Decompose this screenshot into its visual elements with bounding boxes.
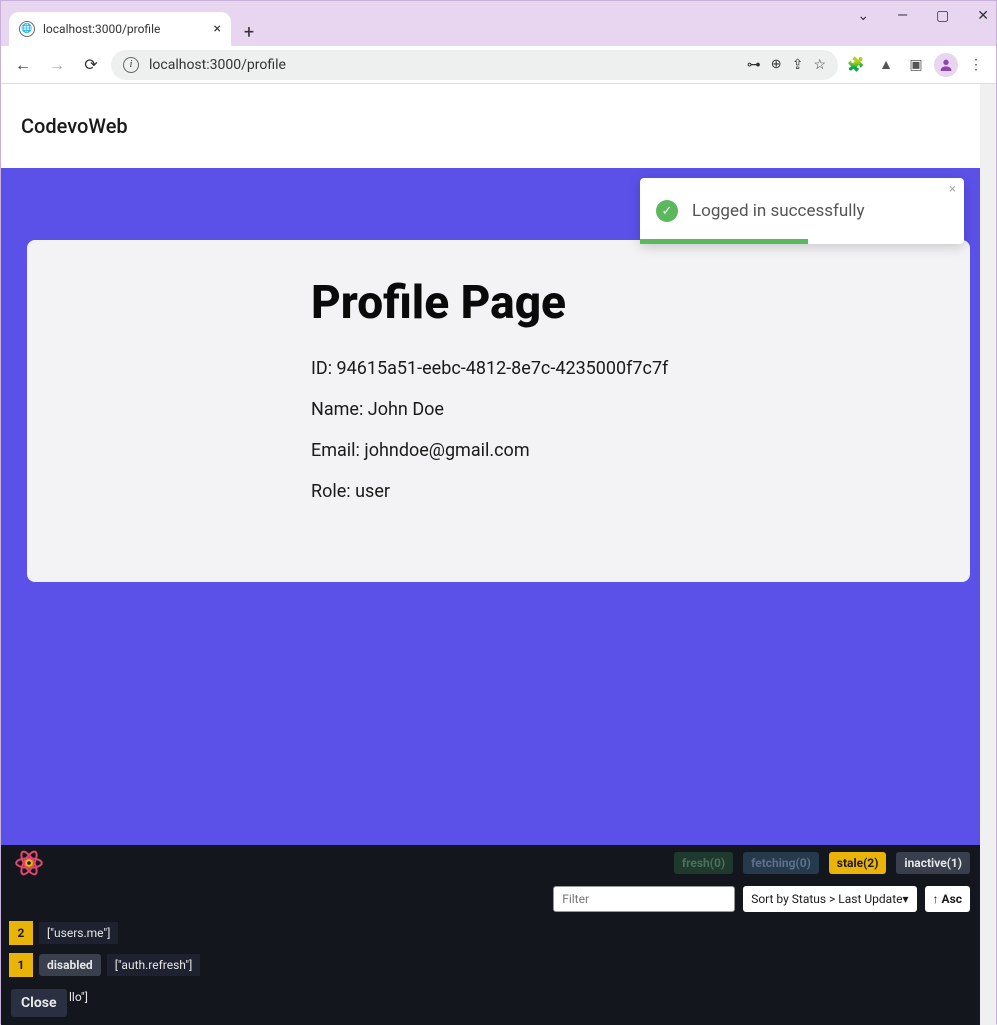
- query-observer-count: 1: [9, 953, 33, 977]
- main-content: Profile Page ID: 94615a51-eebc-4812-8e7c…: [1, 168, 996, 845]
- site-header: CodevoWeb: [1, 84, 996, 168]
- window-close-icon[interactable]: ✕: [977, 8, 989, 24]
- new-tab-button[interactable]: +: [235, 18, 263, 46]
- react-query-devtools: fresh(0) fetching(0) stale(2) inactive(1…: [1, 845, 980, 1025]
- window-dropdown-icon[interactable]: ⌄: [857, 8, 869, 24]
- profile-avatar[interactable]: [934, 53, 958, 77]
- flask-icon[interactable]: ▲: [874, 53, 898, 77]
- disabled-pill: disabled: [39, 954, 101, 976]
- page-title: Profile Page: [311, 276, 686, 330]
- toast-close-icon[interactable]: ×: [949, 182, 956, 197]
- url-text: localhost:3000/profile: [149, 57, 286, 73]
- tab-close-icon[interactable]: ×: [214, 21, 221, 37]
- profile-id: ID: 94615a51-eebc-4812-8e7c-4235000f7c7f: [311, 358, 686, 379]
- zoom-icon[interactable]: ⊕: [771, 57, 782, 72]
- asc-button[interactable]: ↑ Asc: [925, 886, 970, 912]
- viewport: CodevoWeb ✓ Logged in successfully × Pro…: [1, 84, 996, 1025]
- brand-text: CodevoWeb: [21, 114, 128, 138]
- back-button[interactable]: ←: [9, 51, 37, 79]
- query-key: ["auth.refresh"]: [107, 954, 201, 976]
- status-stale[interactable]: stale(2): [829, 852, 887, 874]
- site-info-icon[interactable]: i: [123, 57, 139, 73]
- share-icon[interactable]: ⇪: [792, 57, 804, 73]
- forward-button[interactable]: →: [43, 51, 71, 79]
- status-fresh[interactable]: fresh(0): [674, 852, 733, 874]
- profile-name: Name: John Doe: [311, 399, 686, 420]
- omnibox[interactable]: i localhost:3000/profile ⊶ ⊕ ⇪ ☆: [111, 50, 838, 80]
- browser-tab[interactable]: 🌐 localhost:3000/profile ×: [9, 12, 231, 46]
- query-row[interactable]: llo"]: [1, 981, 980, 1013]
- check-icon: ✓: [656, 200, 678, 222]
- panel-icon[interactable]: ▣: [904, 53, 928, 77]
- tab-strip: 🌐 localhost:3000/profile × +: [1, 6, 996, 46]
- query-key: llo"]: [69, 986, 96, 1008]
- globe-icon: 🌐: [19, 21, 35, 37]
- reload-button[interactable]: ⟳: [77, 51, 105, 79]
- query-observer-count: 2: [9, 921, 33, 945]
- query-row[interactable]: 2 ["users.me"]: [1, 917, 980, 949]
- query-row[interactable]: 1 disabled ["auth.refresh"]: [1, 949, 980, 981]
- chevron-down-icon: ▾: [903, 892, 909, 906]
- window-minimize-icon[interactable]: —: [897, 8, 908, 24]
- address-bar: ← → ⟳ i localhost:3000/profile ⊶ ⊕ ⇪ ☆ 🧩…: [1, 46, 996, 84]
- scrollbar[interactable]: [980, 84, 996, 1025]
- bookmark-icon[interactable]: ☆: [813, 57, 826, 73]
- query-key: ["users.me"]: [39, 922, 118, 944]
- devtools-close-button[interactable]: Close: [11, 989, 67, 1017]
- profile-role: Role: user: [311, 481, 686, 502]
- profile-email: Email: johndoe@gmail.com: [311, 440, 686, 461]
- toast-progress: [640, 239, 808, 244]
- status-inactive[interactable]: inactive(1): [896, 852, 970, 874]
- tab-title: localhost:3000/profile: [43, 22, 160, 36]
- status-fetching[interactable]: fetching(0): [743, 852, 819, 874]
- toast-message: Logged in successfully: [692, 201, 865, 221]
- sort-button[interactable]: Sort by Status > Last Update ▾: [743, 886, 916, 912]
- key-icon[interactable]: ⊶: [747, 57, 761, 73]
- window-maximize-icon[interactable]: ▢: [936, 8, 949, 24]
- extensions-icon[interactable]: 🧩: [844, 53, 868, 77]
- filter-input[interactable]: [553, 886, 735, 912]
- menu-icon[interactable]: ⋮: [964, 53, 988, 77]
- window-controls: ⌄ — ▢ ✕: [857, 8, 989, 24]
- toast-notification: ✓ Logged in successfully ×: [640, 178, 964, 244]
- react-query-logo-icon: [11, 845, 47, 881]
- profile-card: Profile Page ID: 94615a51-eebc-4812-8e7c…: [27, 240, 970, 582]
